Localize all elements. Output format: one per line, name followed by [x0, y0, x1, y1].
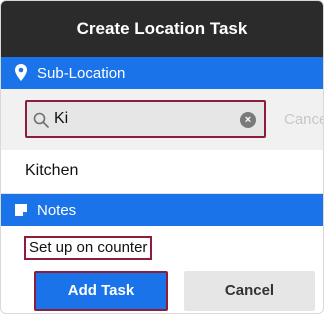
cancel-button[interactable]: Cancel [184, 271, 315, 311]
list-item-kitchen[interactable]: Kitchen [1, 150, 323, 194]
notes-input[interactable]: Set up on counter [24, 236, 153, 260]
sub-location-label: Sub-Location [37, 65, 126, 82]
list-item-label: Kitchen [25, 162, 79, 179]
sub-location-section-header: Sub-Location [1, 57, 323, 89]
note-icon [15, 204, 27, 216]
dialog-title: Create Location Task [76, 19, 248, 38]
search-icon [33, 112, 49, 128]
notes-section-header: Notes [1, 194, 323, 226]
add-task-button[interactable]: Add Task [34, 271, 168, 311]
search-cancel-button[interactable]: Cancel [284, 111, 323, 128]
location-pin-icon [15, 64, 27, 81]
create-location-task-dialog: Create Location Task Sub-Location Ki × C… [0, 0, 324, 314]
search-input-value: Ki [54, 110, 69, 127]
clear-search-icon[interactable]: × [240, 112, 256, 128]
notes-label: Notes [37, 202, 77, 219]
sub-location-search-input[interactable]: Ki × [25, 100, 266, 138]
search-bar: Ki × Cancel [1, 89, 323, 150]
dialog-header: Create Location Task [1, 1, 323, 57]
